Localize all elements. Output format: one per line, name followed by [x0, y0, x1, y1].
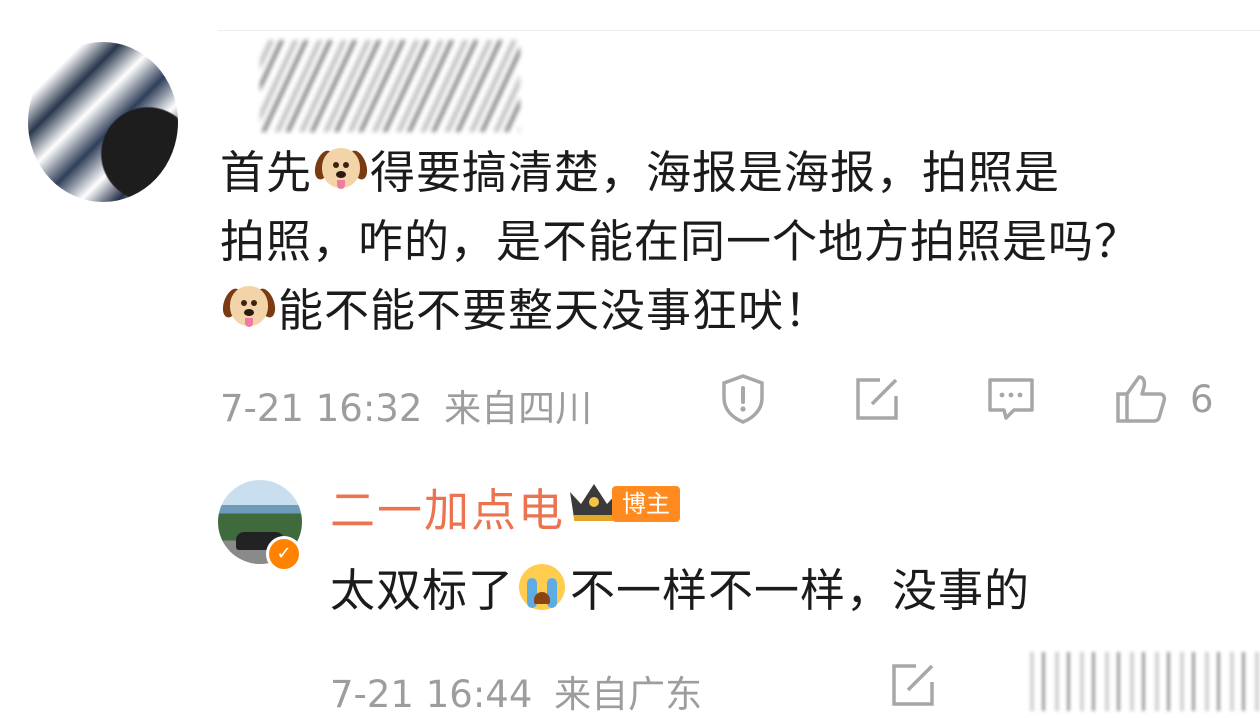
- reply-text-b: 不一样不一样，没事的: [570, 564, 1031, 617]
- comment-line3: 能不能不要整天没事狂吠！: [278, 284, 831, 337]
- commenter-name-obscured: [260, 40, 520, 132]
- comment-text: 首先 得要搞清楚，海报是海报，拍照是 拍照，咋的，是不能在同一个地方拍照是吗？ 能…: [219, 138, 1240, 345]
- commenter-avatar[interactable]: [28, 42, 178, 202]
- like-icon[interactable]: [1114, 372, 1168, 426]
- top-divider: [218, 30, 1260, 31]
- reply-meta: 7-21 16:44 来自广东: [330, 664, 712, 718]
- verified-badge-icon: ✓: [266, 536, 302, 572]
- repost-icon[interactable]: [886, 658, 940, 712]
- report-icon[interactable]: [716, 372, 770, 426]
- reply-text-a: 太双标了: [330, 564, 515, 617]
- crying-face-icon: [517, 562, 567, 612]
- reply-time: 7-21 16:44: [330, 673, 533, 716]
- obscured-actions: [1020, 652, 1260, 711]
- dog-face-icon: [311, 144, 371, 194]
- comment-icon[interactable]: [984, 372, 1038, 426]
- comment-meta: 7-21 16:32 来自四川: [220, 378, 602, 432]
- dog-face-icon: [219, 282, 279, 332]
- comment-line1-a: 首先: [220, 146, 313, 199]
- author-name[interactable]: 二一加点电: [330, 474, 565, 539]
- comment-line2: 拍照，咋的，是不能在同一个地方拍照是吗？: [220, 215, 1141, 268]
- author-tag-badge: 博主: [612, 486, 680, 522]
- comment-time: 7-21 16:32: [220, 387, 423, 430]
- like-count: 6: [1190, 378, 1214, 421]
- reply-location: 来自广东: [554, 673, 703, 716]
- comment-location: 来自四川: [444, 387, 593, 430]
- comment-line1-b: 得要搞清楚，海报是海报，拍照是: [370, 146, 1061, 199]
- repost-icon[interactable]: [850, 372, 904, 426]
- reply-text: 太双标了 不一样不一样，没事的: [330, 554, 1030, 619]
